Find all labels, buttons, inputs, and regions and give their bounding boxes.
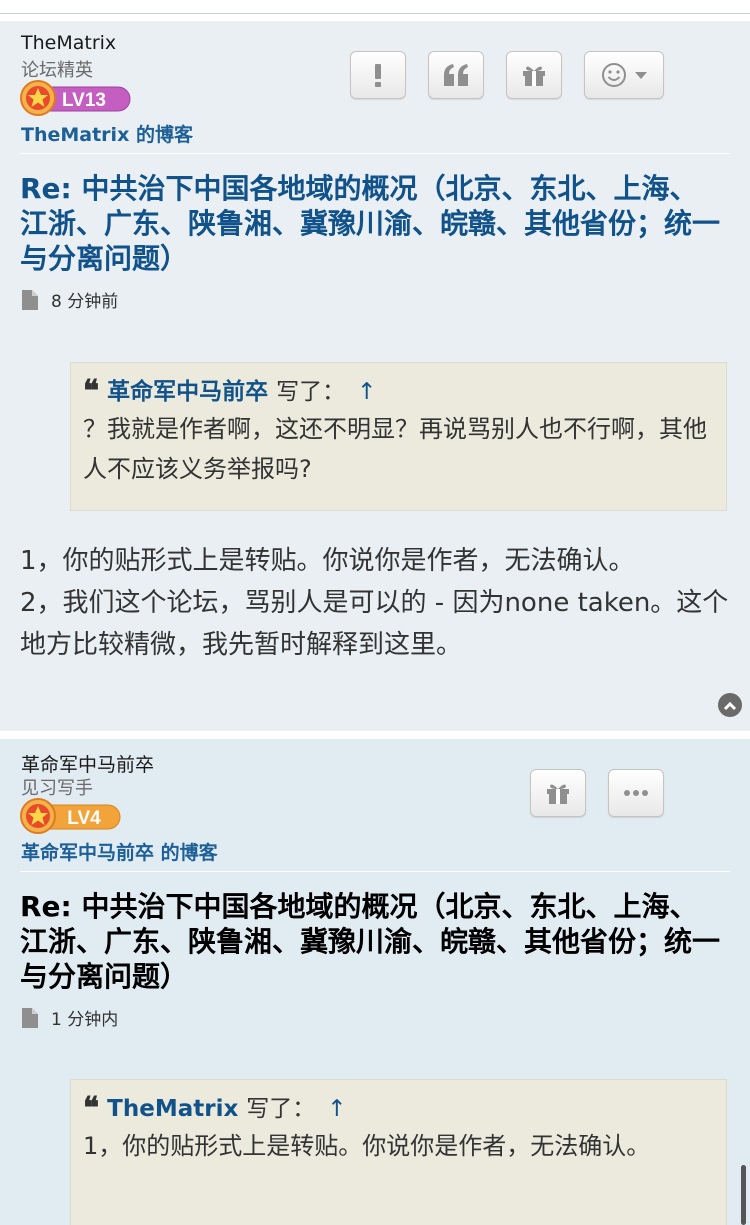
post-title[interactable]: Re: 中共治下中国各地域的概况（北京、东北、上海、江浙、广东、陕鲁湘、冀豫川渝… xyxy=(20,171,720,276)
quote-wrote-label: 写了： xyxy=(276,379,346,405)
content-line: 1，你的贴形式上是转贴。你说你是作者，无法确认。 xyxy=(20,546,635,576)
quote-header: ❝ 革命军中马前卒 写了： ↑ xyxy=(83,375,714,409)
level-text: LV4 xyxy=(67,808,101,829)
blog-link[interactable]: 革命军中马前卒 的博客 xyxy=(21,838,218,865)
level-badge: LV4 xyxy=(20,798,122,834)
quote-author[interactable]: TheMatrix xyxy=(107,1092,238,1126)
chevron-down-icon xyxy=(634,70,648,80)
quote-header: ❝ TheMatrix 写了： ↑ xyxy=(83,1092,714,1126)
quote-author[interactable]: 革命军中马前卒 xyxy=(107,375,268,409)
report-button[interactable] xyxy=(350,51,406,99)
back-to-top-button[interactable] xyxy=(718,693,742,717)
quote-source-link[interactable]: ↑ xyxy=(357,375,376,409)
gift-button[interactable] xyxy=(530,769,586,817)
author-rank: 论坛精英 xyxy=(21,60,93,81)
blog-suffix[interactable]: 的博客 xyxy=(154,842,218,864)
quote-button[interactable] xyxy=(428,51,484,99)
quote-source-link[interactable]: ↑ xyxy=(327,1092,346,1126)
post-meta: 1 分钟内 xyxy=(21,1005,118,1030)
report-icon xyxy=(370,62,386,88)
content-line: 2，我们这个论坛，骂别人是可以的 - 因为none taken。这个地方比较精微… xyxy=(20,588,729,660)
more-icon xyxy=(623,789,649,797)
quote-mark-icon: ❝ xyxy=(83,1091,100,1126)
gift-icon xyxy=(545,781,571,805)
quote-mark-icon: ❝ xyxy=(83,374,100,409)
author-name[interactable]: TheMatrix xyxy=(21,32,116,54)
blog-name[interactable]: 革命军中马前卒 xyxy=(21,842,154,864)
post-time: 8 分钟前 xyxy=(51,292,119,312)
level-badge: LV13 xyxy=(20,80,132,116)
quote-wrote-label: 写了： xyxy=(246,1096,316,1122)
document-icon[interactable] xyxy=(21,1007,39,1028)
post-time: 1 分钟内 xyxy=(51,1010,119,1030)
more-options-button[interactable] xyxy=(608,769,664,817)
level-badge-icon: LV4 xyxy=(20,798,121,834)
post-title[interactable]: Re: 中共治下中国各地域的概况（北京、东北、上海、江浙、广东、陕鲁湘、冀豫川渝… xyxy=(20,889,720,994)
top-divider xyxy=(0,0,750,14)
author-rank: 见习写手 xyxy=(21,778,93,799)
level-text: LV13 xyxy=(62,90,106,111)
post-content: 1，你的贴形式上是转贴。你说你是作者，无法确认。 2，我们这个论坛，骂别人是可以… xyxy=(20,540,735,666)
gift-icon xyxy=(521,63,547,87)
emoji-icon xyxy=(600,61,628,89)
author-name[interactable]: 革命军中马前卒 xyxy=(21,750,154,777)
quote-icon xyxy=(442,62,470,88)
quote-text: ？我就是作者啊，这还不明显？再说骂别人也不行啊，其他人不应该义务举报吗? xyxy=(83,415,707,483)
divider xyxy=(20,153,730,154)
reaction-dropdown-button[interactable] xyxy=(584,51,664,99)
blog-suffix[interactable]: 的博客 xyxy=(129,124,193,146)
blog-link[interactable]: TheMatrix 的博客 xyxy=(21,120,193,147)
chevron-up-icon xyxy=(723,696,737,715)
quote-block: ❝ TheMatrix 写了： ↑ 1，你的贴形式上是转贴。你说你是作者，无法确… xyxy=(70,1079,727,1225)
post: 革命军中马前卒 见习写手 LV4 革命军中马前卒 的博客 Re: 中共治下中国各… xyxy=(0,739,750,1225)
scrollbar[interactable] xyxy=(741,1165,746,1225)
post-meta: 8 分钟前 xyxy=(21,287,118,312)
quote-block: ❝ 革命军中马前卒 写了： ↑ ？我就是作者啊，这还不明显？再说骂别人也不行啊，… xyxy=(70,362,727,511)
quote-text: 1，你的贴形式上是转贴。你说你是作者，无法确认。 xyxy=(83,1132,651,1160)
document-icon[interactable] xyxy=(21,289,39,310)
level-badge-icon: LV13 xyxy=(20,80,131,116)
blog-name[interactable]: TheMatrix xyxy=(21,124,129,146)
post: TheMatrix 论坛精英 LV13 TheMatrix 的博客 Re: 中共… xyxy=(0,21,750,731)
gift-button[interactable] xyxy=(506,51,562,99)
divider xyxy=(20,871,730,872)
